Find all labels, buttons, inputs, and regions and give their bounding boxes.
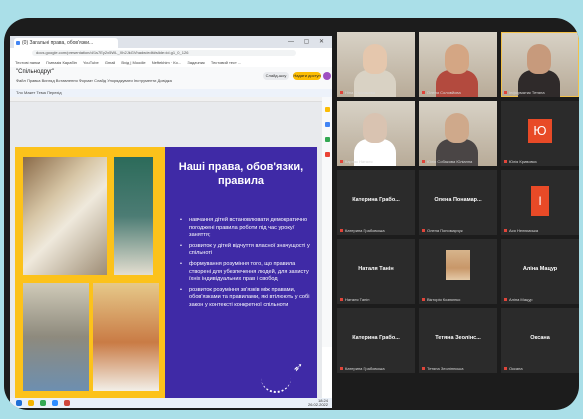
participant-name: Катерина Грабовська xyxy=(340,228,412,233)
slide-canvas: Наші права, обов'язки, правила навчання … xyxy=(10,102,322,403)
participant-name: Вікторія Козюєнко xyxy=(422,297,494,302)
tab-title: (0) Загальні права, обов'язки... xyxy=(22,40,94,46)
participant-initial: Ю xyxy=(528,119,552,143)
poster-photo xyxy=(114,157,153,275)
windows-start-icon[interactable] xyxy=(16,400,22,406)
bookmark[interactable]: Тестові папки xyxy=(15,60,40,65)
browser-tab[interactable]: (0) Загальні права, обов'язки... xyxy=(14,38,118,48)
slide-bullets: навчання дітей встановлювати демократичн… xyxy=(180,217,311,313)
participant-video xyxy=(445,113,469,143)
present-button[interactable]: Слайд-шоу xyxy=(263,72,289,80)
toolbar-items[interactable]: Тло Макет Тема Перехід xyxy=(16,90,62,95)
document-title[interactable]: "Спільнодруг" xyxy=(16,69,54,75)
chrome-icon[interactable] xyxy=(40,400,46,406)
participant-name: Олена Соловйова xyxy=(422,90,494,95)
bookmark[interactable]: Вхід | Moodle xyxy=(121,60,145,65)
participant-tile[interactable]: Олена Понамар... Олена Пономарчук xyxy=(419,170,497,235)
participant-tile[interactable]: Карпяк Наталя xyxy=(337,101,415,166)
share-button[interactable]: Надати доступ xyxy=(293,72,321,80)
bullet-item: формування розуміння того, що правила ст… xyxy=(180,261,311,284)
explorer-icon[interactable] xyxy=(28,400,34,406)
participant-name: Юлія Собакова Юліанна xyxy=(422,159,494,164)
maps-icon[interactable] xyxy=(324,152,330,157)
bookmark[interactable]: Тестовий тест ... xyxy=(211,60,241,65)
video-call-screen: (0) Загальні права, обов'язки... — ▢ ✕ d… xyxy=(4,18,579,410)
participant-display-name: Оксана xyxy=(530,335,550,341)
participant-tile[interactable]: Аліна Мацур Аліна Мацур xyxy=(501,239,579,304)
participant-name: Олена Пономарчук xyxy=(422,228,494,233)
keep-icon[interactable] xyxy=(324,107,330,112)
participant-video xyxy=(527,44,551,74)
window-controls[interactable]: — ▢ ✕ xyxy=(288,38,328,45)
bookmark[interactable]: Гімназія Карабін xyxy=(46,60,77,65)
participant-name: Наталя Танін xyxy=(340,297,412,302)
participant-video xyxy=(363,113,387,143)
participant-photo xyxy=(446,250,470,280)
participant-tile[interactable]: Юлія Собакова Юліанна xyxy=(419,101,497,166)
contacts-icon[interactable] xyxy=(324,137,330,142)
taskbar: 18:24 26.02.2022 xyxy=(10,398,332,408)
participant-display-name: Тетяна Зеолінс... xyxy=(435,335,481,341)
bookmark[interactable]: YouTube xyxy=(83,60,99,65)
slide[interactable]: Наші права, обов'язки, правила навчання … xyxy=(15,147,317,403)
shared-screen: (0) Загальні права, обов'язки... — ▢ ✕ d… xyxy=(10,36,332,408)
participant-tile[interactable]: Тетяна Зеолінс... Тетяна Зеоліннська xyxy=(419,308,497,373)
document-header: "Спільнодруг" Файл Правка Вигляд Вставле… xyxy=(10,67,332,89)
participant-display-name: Олена Понамар... xyxy=(434,197,482,203)
participant-name: Ася Нелюмська xyxy=(504,228,576,233)
bullet-item: розвиток у дітей відчуття власної значущ… xyxy=(180,243,311,258)
participant-name: Аліна Мацур xyxy=(504,297,576,302)
participant-tile[interactable]: Оксана Оксана xyxy=(501,308,579,373)
participant-display-name: Аліна Мацур xyxy=(522,266,558,272)
children-photo xyxy=(23,283,89,391)
bullet-item: розвиток розуміння зв'язків між правами,… xyxy=(180,287,311,310)
participant-tile[interactable]: Вікторія Козюєнко xyxy=(419,239,497,304)
participant-initial: І xyxy=(531,186,549,216)
participant-tile[interactable]: Наталя Танін Наталя Танін xyxy=(337,239,415,304)
participant-name: Карпяк Наталя xyxy=(340,159,412,164)
participant-display-name: Катерина Грабо... xyxy=(352,197,400,203)
dotted-curve xyxy=(261,375,291,393)
slide-text-panel: Наші права, обов'язки, правила навчання … xyxy=(165,147,317,403)
children-photo xyxy=(93,283,159,391)
participant-tile[interactable]: Ніна Стрільчева xyxy=(337,32,415,97)
slide-title: Наші права, обов'язки, правила xyxy=(178,161,304,187)
participant-display-name: Наталя Танін xyxy=(358,266,394,272)
browser-tab-bar: (0) Загальні права, обов'язки... — ▢ ✕ xyxy=(10,36,332,48)
menu-bar[interactable]: Файл Правка Вигляд Вставлення Формат Сла… xyxy=(16,78,172,83)
arrow-icon: ➶ xyxy=(293,360,304,374)
zoom-icon[interactable] xyxy=(52,400,58,406)
participant-name: Юлія Кривовяз xyxy=(504,159,576,164)
bookmark[interactable]: Neftekhim · Ко... xyxy=(152,60,181,65)
participant-name: Інформатик Тетяна xyxy=(504,90,576,95)
participant-tile[interactable]: Ю Юлія Кривовяз xyxy=(501,101,579,166)
clock-date: 26.02.2022 xyxy=(307,402,328,407)
taskbar-clock: 18:24 26.02.2022 xyxy=(308,399,328,407)
participant-name: Тетяна Зеоліннська xyxy=(422,366,494,371)
participant-tile[interactable]: Катерина Грабо... Катерина Грабовська xyxy=(337,170,415,235)
classroom-photo xyxy=(23,157,107,275)
bookmark[interactable]: Задачник xyxy=(187,60,204,65)
slides-icon xyxy=(16,41,20,45)
participant-name: Катерина Грабовська xyxy=(340,366,412,371)
avatar[interactable] xyxy=(323,72,331,80)
bullet-item: навчання дітей встановлювати демократичн… xyxy=(180,217,311,240)
participant-tile[interactable]: Катерина Грабо... Катерина Грабовська xyxy=(337,308,415,373)
participant-name: Оксана xyxy=(504,366,576,371)
editor-toolbar: Тло Макет Тема Перехід xyxy=(10,89,332,97)
participant-tile[interactable]: І Ася Нелюмська xyxy=(501,170,579,235)
bookmark[interactable]: Gmail xyxy=(105,60,115,65)
url-input[interactable]: docs.google.com/presentation/d/1s7Ey2x5W… xyxy=(32,50,296,56)
participant-name: Ніна Стрільчева xyxy=(340,90,412,95)
participant-tile-speaking[interactable]: Інформатик Тетяна xyxy=(501,32,579,97)
app-icon[interactable] xyxy=(64,400,70,406)
side-panel xyxy=(322,97,332,347)
tasks-icon[interactable] xyxy=(324,122,330,127)
participant-tile[interactable]: Олена Соловйова xyxy=(419,32,497,97)
participant-video xyxy=(363,44,387,74)
participant-video xyxy=(445,44,469,74)
participant-display-name: Катерина Грабо... xyxy=(352,335,400,341)
